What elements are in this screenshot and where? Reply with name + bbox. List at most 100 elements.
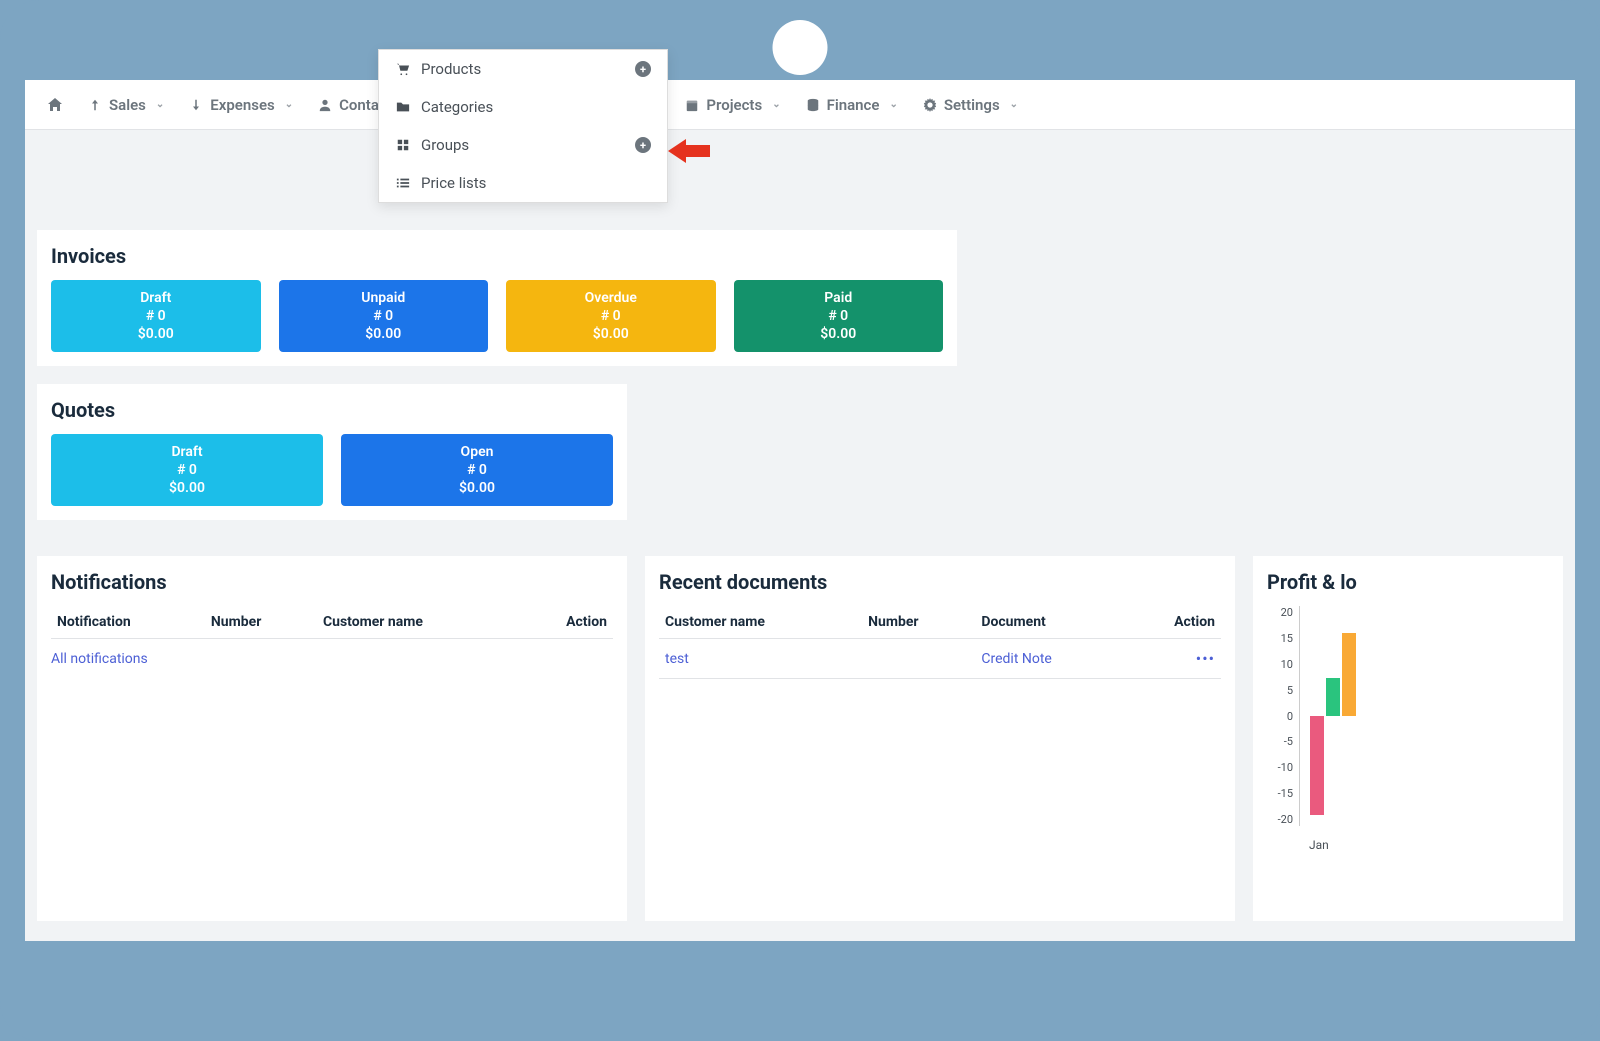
bar-series-1 [1310,716,1324,815]
th-action: Action [1125,606,1221,639]
table-row: test Credit Note ••• [659,639,1221,679]
th-number: Number [205,606,317,639]
chevron-down-icon: ⌄ [772,99,780,110]
y-tick: 20 [1267,606,1293,619]
group-icon [395,137,411,153]
all-notifications-link[interactable]: All notifications [51,651,148,667]
dropdown-item-price-lists[interactable]: Price lists [379,164,667,202]
card-amount: $0.00 [55,480,319,496]
row-action-menu[interactable]: ••• [1196,649,1215,668]
nav-settings[interactable]: Settings ⌄ [910,80,1030,130]
panel-recent-documents: Recent documents Customer name Number Do… [645,556,1235,921]
panel-title: Notifications [51,570,613,594]
quote-status-cards: Draft # 0 $0.00 Open # 0 $0.00 [51,434,613,506]
card-count: # 0 [510,308,712,324]
app-screen: Sales ⌄ Expenses ⌄ Contacts ⌄ [25,80,1575,941]
y-tick: 15 [1267,632,1293,645]
card-label: Draft [55,444,319,460]
nav-expenses[interactable]: Expenses ⌄ [176,80,305,130]
status-card-draft[interactable]: Draft # 0 $0.00 [51,280,261,352]
dropdown-label: Categories [421,98,493,116]
card-count: # 0 [55,308,257,324]
nav-label: Settings [944,96,1000,114]
chevron-down-icon: ⌄ [889,99,897,110]
plus-icon[interactable]: + [635,137,651,153]
status-card-open[interactable]: Open # 0 $0.00 [341,434,613,506]
nav-finance[interactable]: Finance ⌄ [793,80,910,130]
th-customer: Customer name [317,606,518,639]
status-card-overdue[interactable]: Overdue # 0 $0.00 [506,280,716,352]
card-label: Draft [55,290,257,306]
nav-label: Expenses [210,96,274,114]
nav-projects[interactable]: Projects ⌄ [672,80,792,130]
panel-profit-loss: Profit & lo 20 15 10 5 0 -5 -10 -15 -20 [1253,556,1563,921]
chevron-down-icon: ⌄ [285,99,293,110]
card-label: Open [345,444,609,460]
home-icon [47,97,63,113]
y-axis-labels: 20 15 10 5 0 -5 -10 -15 -20 [1267,606,1293,826]
y-tick: -10 [1267,761,1293,774]
nav-sales[interactable]: Sales ⌄ [75,80,176,130]
top-nav: Sales ⌄ Expenses ⌄ Contacts ⌄ [25,80,1575,130]
card-label: Unpaid [283,290,485,306]
arrow-up-icon [87,97,103,113]
status-card-draft[interactable]: Draft # 0 $0.00 [51,434,323,506]
dropdown-label: Groups [421,136,469,154]
card-amount: $0.00 [738,326,940,342]
y-tick: 5 [1267,684,1293,697]
card-amount: $0.00 [283,326,485,342]
folder-icon [395,99,411,115]
camera-dot [773,20,828,75]
card-label: Overdue [510,290,712,306]
calendar-icon [684,97,700,113]
dropdown-item-categories[interactable]: Categories [379,88,667,126]
y-tick: 0 [1267,710,1293,723]
bar-group-jan [1310,606,1370,826]
products-dropdown: Products + Categories Groups [378,80,668,203]
chart-area: 20 15 10 5 0 -5 -10 -15 -20 [1267,606,1549,866]
user-icon [317,97,333,113]
status-card-paid[interactable]: Paid # 0 $0.00 [734,280,944,352]
chart-plot [1299,606,1549,826]
y-tick: 10 [1267,658,1293,671]
recent-documents-table: Customer name Number Document Action tes… [659,606,1221,679]
panel-invoices: Invoices Draft # 0 $0.00 Unpaid # 0 $0.0… [37,230,957,366]
th-notification: Notification [51,606,205,639]
nav-label: Projects [706,96,762,114]
card-amount: $0.00 [55,326,257,342]
card-count: # 0 [283,308,485,324]
list-icon [395,175,411,191]
y-tick: -15 [1267,787,1293,800]
y-tick: -5 [1267,735,1293,748]
dropdown-label: Price lists [421,174,486,192]
y-tick: -20 [1267,813,1293,826]
card-label: Paid [738,290,940,306]
th-action: Action [518,606,613,639]
chevron-down-icon: ⌄ [156,99,164,110]
th-document: Document [975,606,1125,639]
x-tick-jan: Jan [1309,838,1329,852]
card-count: # 0 [345,462,609,478]
panel-notifications: Notifications Notification Number Custom… [37,556,627,921]
panel-title: Quotes [51,398,613,422]
th-number: Number [862,606,975,639]
bar-series-3 [1342,633,1356,716]
card-count: # 0 [55,462,319,478]
panel-quotes: Quotes Draft # 0 $0.00 Open # 0 $0.00 [37,384,627,520]
status-card-unpaid[interactable]: Unpaid # 0 $0.00 [279,280,489,352]
notifications-table: Notification Number Customer name Action [51,606,613,639]
document-link[interactable]: Credit Note [981,651,1051,667]
th-customer: Customer name [659,606,862,639]
customer-link[interactable]: test [665,651,689,667]
panel-title: Recent documents [659,570,1221,594]
card-amount: $0.00 [510,326,712,342]
card-count: # 0 [738,308,940,324]
card-amount: $0.00 [345,480,609,496]
dropdown-item-groups[interactable]: Groups + [379,126,667,164]
dropdown-item-products[interactable]: Products + [379,80,667,88]
nav-label: Sales [109,96,146,114]
invoice-status-cards: Draft # 0 $0.00 Unpaid # 0 $0.00 Overdue… [51,280,943,352]
gear-icon [922,97,938,113]
bar-series-2 [1326,678,1340,716]
nav-home[interactable] [35,80,75,130]
